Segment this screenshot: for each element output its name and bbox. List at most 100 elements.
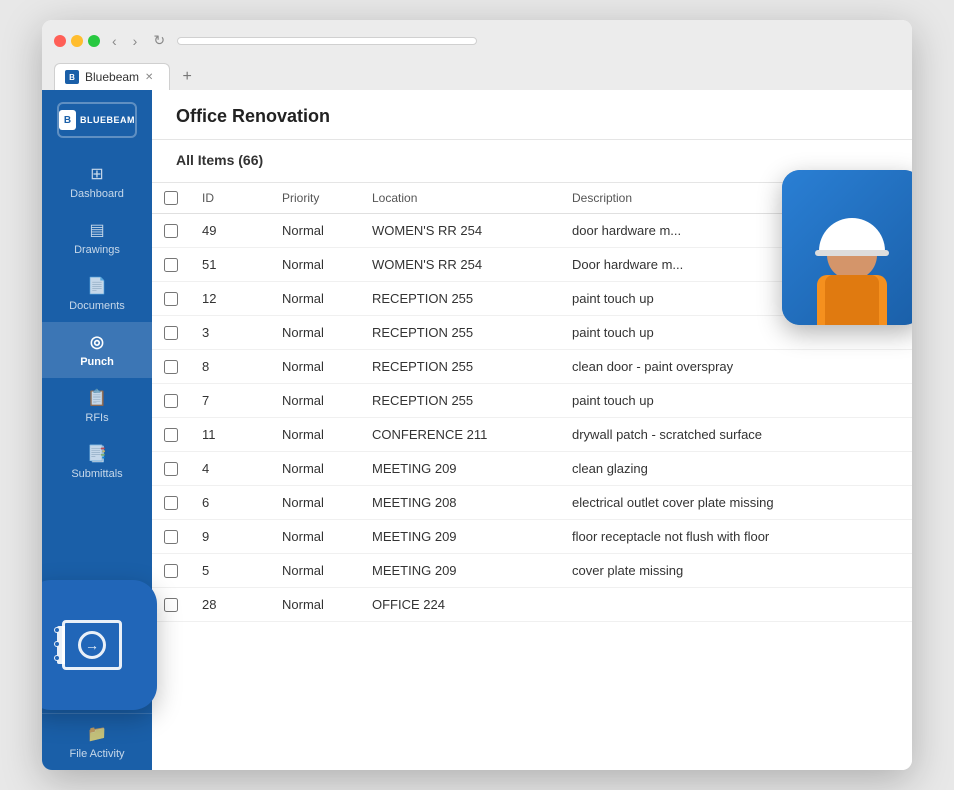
traffic-lights [54, 35, 100, 47]
header-priority[interactable]: Priority [270, 183, 360, 214]
row-checkbox-cell[interactable] [152, 452, 190, 486]
row-priority: Normal [270, 214, 360, 248]
row-checkbox-cell[interactable] [152, 588, 190, 622]
row-priority: Normal [270, 418, 360, 452]
worker-vest [825, 275, 879, 325]
sidebar-item-label: Documents [69, 300, 125, 312]
active-tab[interactable]: B Bluebeam ✕ [54, 63, 170, 90]
page-title: Office Renovation [176, 106, 888, 127]
browser-window: ‹ › ↻ B Bluebeam ✕ + B BLUEBEAM [42, 20, 912, 770]
table-row[interactable]: 4 Normal MEETING 209 clean glazing [152, 452, 912, 486]
row-checkbox[interactable] [164, 360, 178, 374]
table-row[interactable]: 11 Normal CONFERENCE 211 drywall patch -… [152, 418, 912, 452]
table-row[interactable]: 6 Normal MEETING 208 electrical outlet c… [152, 486, 912, 520]
row-checkbox-cell[interactable] [152, 316, 190, 350]
row-priority: Normal [270, 554, 360, 588]
row-checkbox[interactable] [164, 598, 178, 612]
row-location: CONFERENCE 211 [360, 418, 560, 452]
row-checkbox[interactable] [164, 428, 178, 442]
worker-image [782, 170, 912, 325]
row-checkbox-cell[interactable] [152, 418, 190, 452]
close-button[interactable] [54, 35, 66, 47]
worker-card [782, 170, 912, 325]
row-checkbox-cell[interactable] [152, 350, 190, 384]
maximize-button[interactable] [88, 35, 100, 47]
row-id: 8 [190, 350, 270, 384]
row-checkbox-cell[interactable] [152, 282, 190, 316]
row-description: electrical outlet cover plate missing [560, 486, 912, 520]
documents-icon: 📄 [87, 276, 107, 296]
row-priority: Normal [270, 316, 360, 350]
logo-text: BLUEBEAM [80, 115, 135, 125]
row-location: WOMEN'S RR 254 [360, 248, 560, 282]
row-checkbox[interactable] [164, 394, 178, 408]
header-id[interactable]: ID [190, 183, 270, 214]
address-bar-row: ‹ › ↻ [108, 30, 900, 51]
row-checkbox[interactable] [164, 530, 178, 544]
row-description [560, 588, 912, 622]
row-id: 12 [190, 282, 270, 316]
sidebar-item-punch[interactable]: ◎ Punch [42, 322, 152, 378]
row-id: 51 [190, 248, 270, 282]
row-checkbox-cell[interactable] [152, 520, 190, 554]
table-row[interactable]: 7 Normal RECEPTION 255 paint touch up [152, 384, 912, 418]
row-id: 4 [190, 452, 270, 486]
sidebar-item-label: Submittals [71, 468, 122, 480]
refresh-button[interactable]: ↻ [149, 30, 169, 51]
tabs-row: B Bluebeam ✕ + [54, 63, 900, 90]
table-row[interactable]: 8 Normal RECEPTION 255 clean door - pain… [152, 350, 912, 384]
row-checkbox[interactable] [164, 258, 178, 272]
row-checkbox[interactable] [164, 564, 178, 578]
forward-button[interactable]: › [129, 31, 142, 51]
sidebar-item-rfis[interactable]: 📋 RFIs [42, 378, 152, 434]
submittals-icon: 📑 [87, 444, 107, 464]
row-description: paint touch up [560, 384, 912, 418]
sidebar-item-dashboard[interactable]: ⊞ Dashboard [42, 154, 152, 210]
minimize-button[interactable] [71, 35, 83, 47]
table-row[interactable]: 9 Normal MEETING 209 floor receptacle no… [152, 520, 912, 554]
row-priority: Normal [270, 384, 360, 418]
book-ring-3 [54, 655, 60, 661]
row-checkbox[interactable] [164, 292, 178, 306]
row-checkbox-cell[interactable] [152, 486, 190, 520]
book-rings [54, 627, 60, 661]
row-location: MEETING 209 [360, 554, 560, 588]
row-priority: Normal [270, 282, 360, 316]
table-row[interactable]: 28 Normal OFFICE 224 [152, 588, 912, 622]
sidebar-item-submittals[interactable]: 📑 Submittals [42, 434, 152, 490]
sidebar-item-documents[interactable]: 📄 Documents [42, 266, 152, 322]
row-checkbox-cell[interactable] [152, 248, 190, 282]
address-bar[interactable] [177, 37, 477, 45]
row-checkbox[interactable] [164, 496, 178, 510]
browser-chrome: ‹ › ↻ B Bluebeam ✕ + [42, 20, 912, 90]
row-id: 49 [190, 214, 270, 248]
row-location: MEETING 209 [360, 452, 560, 486]
sidebar-item-file-activity[interactable]: 📁 File Activity [42, 713, 152, 770]
row-checkbox[interactable] [164, 462, 178, 476]
row-checkbox-cell[interactable] [152, 554, 190, 588]
worker-head [827, 230, 877, 280]
row-location: RECEPTION 255 [360, 350, 560, 384]
header-location[interactable]: Location [360, 183, 560, 214]
sidebar-item-drawings[interactable]: ▤ Drawings [42, 210, 152, 266]
row-location: MEETING 208 [360, 486, 560, 520]
select-all-checkbox[interactable] [164, 191, 178, 205]
page-header: Office Renovation [152, 90, 912, 140]
app-icon-card[interactable]: → [42, 580, 157, 710]
row-description: cover plate missing [560, 554, 912, 588]
tab-close-icon[interactable]: ✕ [145, 72, 153, 83]
row-checkbox[interactable] [164, 224, 178, 238]
new-tab-button[interactable]: + [174, 64, 199, 90]
header-checkbox-cell[interactable] [152, 183, 190, 214]
row-location: OFFICE 224 [360, 588, 560, 622]
dashboard-icon: ⊞ [90, 164, 103, 184]
back-button[interactable]: ‹ [108, 31, 121, 51]
table-row[interactable]: 5 Normal MEETING 209 cover plate missing [152, 554, 912, 588]
row-checkbox-cell[interactable] [152, 214, 190, 248]
browser-controls: ‹ › ↻ [54, 30, 900, 51]
row-id: 9 [190, 520, 270, 554]
row-checkbox-cell[interactable] [152, 384, 190, 418]
rfis-icon: 📋 [87, 388, 107, 408]
row-checkbox[interactable] [164, 326, 178, 340]
arrow-icon: → [78, 631, 106, 659]
